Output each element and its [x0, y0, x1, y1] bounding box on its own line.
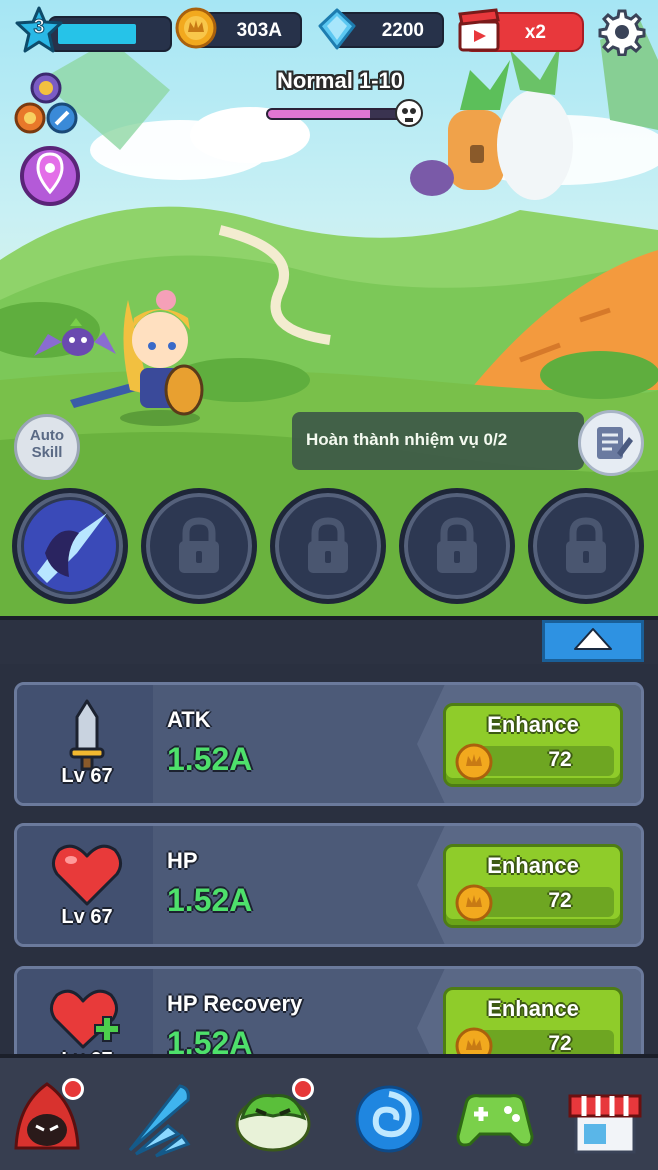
stage-progress-bar — [266, 108, 406, 120]
enhance-cost: 72 — [548, 1032, 572, 1055]
speed-multiplier: x2 — [524, 22, 546, 43]
comet-skill-icon — [128, 1084, 191, 1158]
portal-swirl-icon — [355, 1085, 423, 1153]
stat-name: HP Recovery — [167, 991, 303, 1016]
enhance-label: Enhance — [487, 853, 579, 878]
quest-note-icon — [597, 427, 633, 459]
chevron-up-icon — [574, 628, 612, 650]
stat-level: Lv 67 — [61, 765, 113, 787]
collapse-panel-button[interactable] — [542, 620, 644, 662]
exp-bar — [48, 16, 172, 52]
enhance-cost: 72 — [548, 748, 572, 771]
stat-name: ATK — [167, 707, 211, 732]
player-level: 3 — [33, 16, 45, 39]
gamepad-icon — [456, 1094, 534, 1147]
lock-icon — [179, 517, 219, 573]
heart-icon — [52, 844, 122, 906]
notification-badge — [292, 1078, 314, 1100]
diamond-icon — [318, 8, 356, 50]
heart-plus-icon — [50, 989, 120, 1049]
nav-minigame[interactable] — [452, 1074, 538, 1160]
nav-shop[interactable] — [562, 1074, 648, 1160]
exp-bar-fill — [58, 24, 136, 44]
shop-icon — [568, 1094, 642, 1154]
notification-badge — [62, 1078, 84, 1100]
sword-icon — [69, 699, 105, 771]
nav-pet[interactable] — [230, 1074, 316, 1160]
stat-value: 1.52A — [167, 882, 253, 918]
auto-skill-label-line2: Skill — [31, 444, 63, 461]
skill-slot-5-locked[interactable] — [528, 488, 644, 604]
auto-skill-label-line1: Auto — [29, 427, 65, 444]
auto-skill-button[interactable]: Auto Skill — [14, 414, 80, 480]
skill-slot-1[interactable] — [12, 488, 128, 604]
coin-icon — [455, 884, 493, 922]
skill-slot-2-locked[interactable] — [141, 488, 257, 604]
enhance-button[interactable]: Enhance 72 — [443, 703, 623, 787]
location-pin-icon[interactable] — [16, 140, 84, 208]
buff-cluster-icon[interactable] — [14, 72, 82, 136]
lock-icon — [437, 517, 477, 573]
lock-icon — [308, 517, 348, 573]
stats-panel: Lv 67 ATK 1.52A Enhance 72 Lv 67 HP 1.52… — [0, 664, 658, 1064]
stat-card-atk: Lv 67 ATK 1.52A Enhance 72 — [14, 682, 644, 806]
coin-icon — [455, 743, 493, 781]
nav-skills[interactable] — [116, 1074, 202, 1160]
player-level-widget[interactable]: 3 — [14, 6, 172, 53]
skill-slot-3-locked[interactable] — [270, 488, 386, 604]
quest-button[interactable] — [578, 410, 644, 476]
enhance-cost: 72 — [548, 889, 572, 912]
nav-portal[interactable] — [346, 1074, 432, 1160]
clapperboard-icon — [458, 8, 500, 52]
shadow-strike-skill-icon — [24, 500, 116, 592]
stat-level: Lv 67 — [61, 906, 113, 928]
stat-card-hp-recovery: Lv 67 HP Recovery 1.52A Enhance 72 — [14, 966, 644, 1064]
enhance-button[interactable]: Enhance 72 — [443, 987, 623, 1064]
gem-amount: 2200 — [381, 20, 424, 41]
gold-amount: 303A — [236, 20, 282, 41]
enhance-button[interactable]: Enhance 72 — [443, 844, 623, 928]
skull-icon — [395, 99, 423, 127]
stat-card-hp: Lv 67 HP 1.52A Enhance 72 — [14, 823, 644, 947]
enhance-label: Enhance — [487, 996, 579, 1021]
gear-icon[interactable] — [598, 8, 646, 56]
skill-slot-4-locked[interactable] — [399, 488, 515, 604]
coin-icon — [175, 7, 217, 49]
stat-value: 1.52A — [167, 741, 253, 777]
nav-hero[interactable] — [4, 1074, 90, 1160]
lock-icon — [566, 517, 606, 573]
stage-label: Normal 1-10 — [277, 68, 403, 93]
enhance-label: Enhance — [487, 712, 579, 737]
quest-banner[interactable]: Hoàn thành nhiệm vụ 0/2 — [292, 412, 584, 470]
bottom-nav — [0, 1054, 658, 1170]
stat-name: HP — [167, 848, 198, 873]
stage-progress-fill — [268, 110, 370, 118]
battle-scene: 3 303A 2200 x2 Normal 1-10 Auto Skill Ho… — [0, 0, 658, 616]
quest-text: Hoàn thành nhiệm vụ 0/2 — [306, 430, 508, 449]
